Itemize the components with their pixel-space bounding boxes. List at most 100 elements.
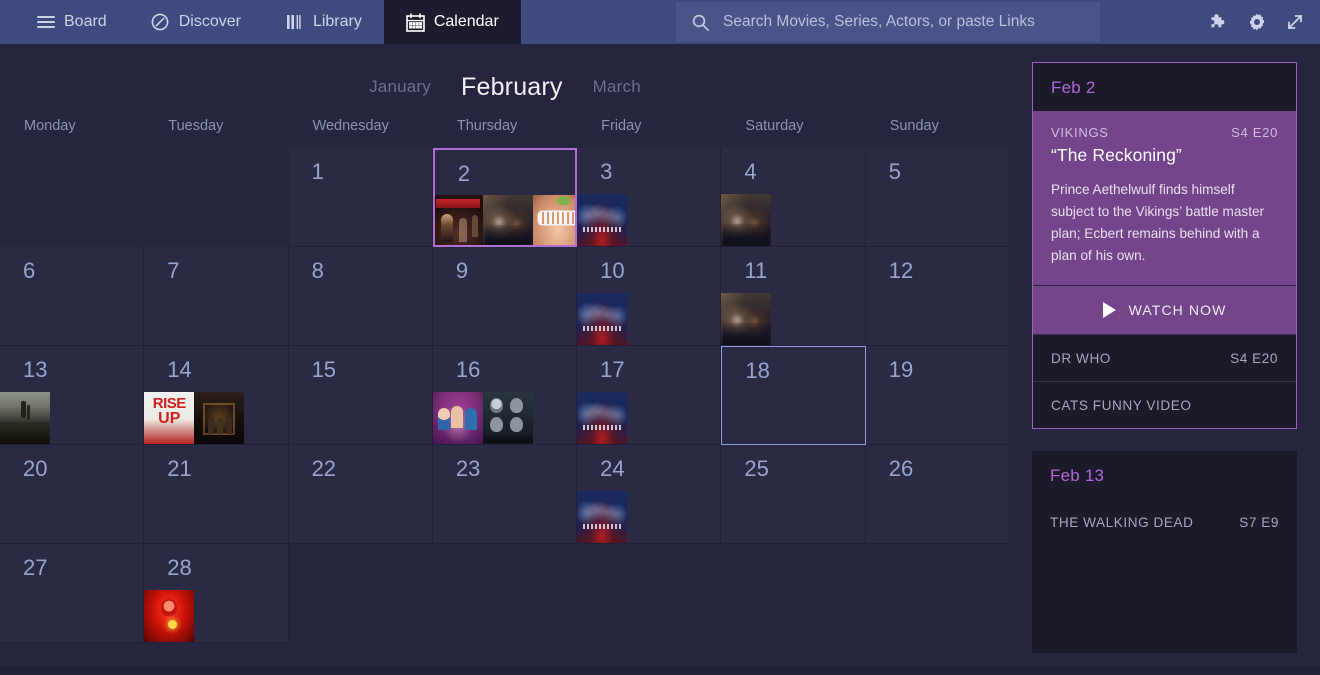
- month-navigation: January February March: [0, 62, 1010, 112]
- poster-thumbnail[interactable]: [721, 293, 772, 345]
- calendar-cell-day-27[interactable]: 27: [0, 544, 145, 643]
- day-number: 17: [600, 357, 625, 382]
- calendar-cell-empty: [866, 544, 1010, 643]
- calendar-cell-empty: [144, 148, 288, 247]
- calendar-cell-day-8[interactable]: 8: [288, 247, 433, 346]
- poster-thumbnail[interactable]: [577, 392, 628, 444]
- calendar-cell-day-21[interactable]: 21: [144, 445, 289, 544]
- calendar-cell-day-10[interactable]: 10: [577, 247, 722, 346]
- poster-thumbnail-strip: [0, 392, 50, 444]
- day-number: 25: [744, 456, 769, 481]
- episode-row-cats-funny-video[interactable]: CATS FUNNY VIDEO: [1033, 381, 1296, 428]
- puzzle-icon[interactable]: [1208, 11, 1230, 33]
- month-current-label[interactable]: February: [461, 73, 563, 102]
- poster-thumbnail[interactable]: [144, 590, 195, 642]
- poster-thumbnail-strip: [432, 392, 533, 444]
- poster-thumbnail[interactable]: [532, 195, 576, 245]
- day-number: 10: [600, 258, 625, 283]
- calendar-cell-day-18[interactable]: 18: [721, 346, 866, 445]
- top-action-icons: [1208, 0, 1306, 44]
- poster-thumbnail[interactable]: [434, 195, 483, 245]
- poster-thumbnail[interactable]: [0, 392, 50, 444]
- day-number: 15: [311, 357, 337, 382]
- poster-thumbnail[interactable]: [577, 293, 628, 345]
- nav-tab-discover[interactable]: Discover: [129, 0, 263, 44]
- calendar-cell-empty: [721, 544, 865, 643]
- episode-row-the-walking-dead[interactable]: THE WALKING DEAD S7 E9: [1032, 499, 1297, 545]
- day-number: 20: [23, 456, 48, 481]
- poster-thumbnail[interactable]: [577, 194, 628, 246]
- day-number: 19: [888, 357, 914, 382]
- calendar-cell-day-24[interactable]: 24: [577, 445, 722, 544]
- calendar-cell-day-15[interactable]: 15: [288, 346, 433, 445]
- episode-show-name: DR WHO: [1051, 350, 1111, 366]
- nav-tab-calendar[interactable]: Calendar: [383, 0, 521, 44]
- episode-code: S7 E9: [1239, 514, 1279, 530]
- calendar-cell-day-1[interactable]: 1: [288, 148, 433, 247]
- calendar-cell-day-3[interactable]: 3: [577, 148, 722, 247]
- poster-thumbnail-strip: [577, 491, 628, 543]
- search-bar[interactable]: [676, 2, 1100, 42]
- play-icon: [1102, 302, 1116, 319]
- calendar-cell-day-22[interactable]: 22: [288, 445, 433, 544]
- calendar-cell-day-13[interactable]: 13: [0, 346, 145, 445]
- day-number: 1: [311, 159, 324, 184]
- calendar-cell-day-4[interactable]: 4: [721, 148, 866, 247]
- weekday-label: Friday: [601, 118, 642, 134]
- nav-tab-list: Board Discover Library Calendar: [0, 0, 521, 44]
- calendar-cell-day-26[interactable]: 26: [865, 445, 1010, 544]
- day-number: 27: [23, 555, 48, 580]
- calendar-cell-empty: [577, 544, 721, 643]
- calendar-cell-empty: [289, 544, 433, 643]
- calendar-cell-day-23[interactable]: 23: [432, 445, 578, 544]
- featured-episode-description: Prince Aethelwulf finds himself subject …: [1051, 182, 1265, 264]
- calendar-cell-day-25[interactable]: 25: [721, 445, 866, 544]
- calendar-cell-day-7[interactable]: 7: [144, 247, 289, 346]
- poster-thumbnail[interactable]: [194, 392, 245, 444]
- day-card-feb-13: Feb 13 THE WALKING DEAD S7 E9: [1032, 451, 1297, 654]
- search-icon: [692, 14, 709, 31]
- weekday-label: Thursday: [456, 118, 518, 134]
- search-input[interactable]: [721, 12, 1095, 32]
- episode-row-dr-who[interactable]: DR WHO S4 E20: [1033, 334, 1296, 381]
- calendar-cell-day-6[interactable]: 6: [0, 247, 145, 346]
- poster-thumbnail[interactable]: [577, 491, 628, 543]
- nav-tab-label: Board: [64, 13, 107, 30]
- calendar-cell-day-12[interactable]: 12: [865, 247, 1010, 346]
- month-next-button[interactable]: March: [593, 77, 641, 97]
- calendar-cell-day-20[interactable]: 20: [0, 445, 145, 544]
- day-card-feb-2: Feb 2 VIKINGS S4 E20 “The Reckoning” Pri…: [1032, 62, 1297, 430]
- nav-tab-library[interactable]: Library: [263, 0, 384, 44]
- calendar-cell-day-16[interactable]: 16: [432, 346, 578, 445]
- poster-thumbnail[interactable]: [432, 392, 483, 444]
- poster-thumbnail[interactable]: [482, 195, 533, 245]
- day-number: 12: [888, 258, 914, 283]
- day-number: 13: [23, 357, 48, 382]
- calendar-cell-day-5[interactable]: 5: [865, 148, 1010, 247]
- nav-tab-board[interactable]: Board: [0, 0, 129, 44]
- weekday-header-row: Monday Tuesday Wednesday Thursday Friday…: [0, 118, 1010, 146]
- day-number: 7: [167, 258, 180, 283]
- month-prev-button[interactable]: January: [369, 77, 431, 97]
- weekday-label: Saturday: [745, 118, 804, 134]
- watch-now-button[interactable]: WATCH NOW: [1033, 285, 1296, 335]
- episode-show-name: THE WALKING DEAD: [1050, 514, 1194, 530]
- poster-thumbnail[interactable]: [482, 392, 533, 444]
- calendar-cell-day-19[interactable]: 19: [865, 346, 1010, 445]
- calendar-cell-day-14[interactable]: 14: [144, 346, 289, 445]
- featured-episode-meta: VIKINGS S4 E20: [1051, 125, 1278, 140]
- calendar-cell-day-11[interactable]: 11: [721, 247, 866, 346]
- poster-thumbnail[interactable]: [721, 194, 772, 246]
- watch-now-label: WATCH NOW: [1128, 302, 1227, 319]
- expand-icon[interactable]: [1284, 11, 1306, 33]
- featured-episode[interactable]: VIKINGS S4 E20 “The Reckoning” Prince Ae…: [1033, 111, 1296, 286]
- calendar-cell-day-2[interactable]: 2: [432, 148, 578, 247]
- calendar-cell-day-28[interactable]: 28: [144, 544, 289, 643]
- gear-icon[interactable]: [1246, 11, 1268, 33]
- calendar-cell-day-17[interactable]: 17: [577, 346, 722, 445]
- poster-thumbnail-strip: [144, 392, 245, 444]
- calendar-cell-day-9[interactable]: 9: [432, 247, 578, 346]
- day-number: 21: [167, 456, 192, 481]
- poster-thumbnail[interactable]: [144, 392, 195, 444]
- app-root: Board Discover Library Calendar Search M…: [0, 0, 1320, 666]
